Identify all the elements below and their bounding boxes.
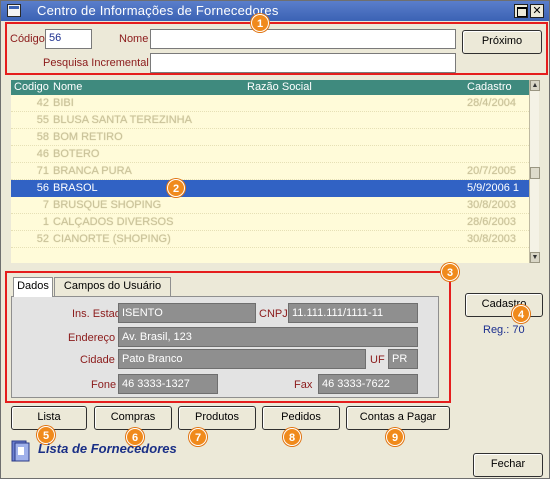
table-row[interactable]: 46 BOTERO — [11, 146, 529, 163]
table-row[interactable]: 52 CIANORTE (SHOPING) 30/8/2003 — [11, 231, 529, 248]
row-date: 30/8/2003 — [467, 233, 516, 245]
grid-header: Codigo Nome Razão Social Cadastro — [11, 80, 539, 95]
produtos-button[interactable]: Produtos — [178, 406, 256, 430]
table-row[interactable]: 42 BIBI 28/4/2004 — [11, 95, 529, 112]
row-code: 55 — [36, 114, 49, 126]
scroll-down-icon[interactable]: ▼ — [530, 252, 540, 263]
column-razao-social[interactable]: Razão Social — [247, 80, 312, 95]
window-menu-icon[interactable] — [7, 4, 21, 17]
table-row-selected[interactable]: 56 BRASOL 5/9/2006 1 — [11, 180, 529, 197]
footer-title: Lista de Fornecedores — [38, 441, 177, 456]
callout-badge-1: 1 — [251, 14, 269, 32]
table-row[interactable]: 55 BLUSA SANTA TEREZINHA — [11, 112, 529, 129]
row-code: 46 — [36, 148, 49, 160]
row-name: BOM RETIRO — [53, 131, 123, 143]
title-bar: Centro de Informações de Fornecedores ✕ — [1, 1, 549, 21]
row-date: 5/9/2006 1 — [467, 182, 519, 194]
callout-badge-8: 8 — [283, 428, 301, 446]
callout-badge-2: 2 — [167, 179, 185, 197]
row-date: 28/6/2003 — [467, 216, 516, 228]
scroll-up-icon[interactable]: ▲ — [530, 80, 540, 91]
row-name: BOTERO — [53, 148, 100, 160]
callout-badge-4: 4 — [512, 305, 530, 323]
row-name: BIBI — [53, 97, 74, 109]
tab-dados[interactable]: Dados — [13, 277, 53, 297]
row-name: CIANORTE (SHOPING) — [53, 233, 171, 245]
search-highlight-box — [5, 22, 548, 75]
cadastro-button[interactable]: Cadastro — [465, 293, 543, 317]
callout-badge-9: 9 — [386, 428, 404, 446]
row-name: BLUSA SANTA TEREZINHA — [53, 114, 192, 126]
pedidos-button[interactable]: Pedidos — [262, 406, 340, 430]
callout-badge-3: 3 — [441, 263, 459, 281]
lista-button-label: Lista — [37, 411, 61, 423]
row-code: 56 — [36, 182, 49, 194]
row-code: 7 — [42, 199, 49, 211]
row-name: BRASOL — [53, 182, 98, 194]
row-code: 42 — [36, 97, 49, 109]
row-name: CALÇADOS DIVERSOS — [53, 216, 174, 228]
reg-count: Reg.: 70 — [483, 324, 525, 336]
grid-scrollbar[interactable]: ▲ ▼ — [529, 80, 540, 263]
row-date: 28/4/2004 — [467, 97, 516, 109]
table-row[interactable]: 58 BOM RETIRO — [11, 129, 529, 146]
row-name: BRUSQUE SHOPING — [53, 199, 162, 211]
row-code: 58 — [36, 131, 49, 143]
details-highlight-box — [5, 271, 451, 403]
row-name: BRANCA PURA — [53, 165, 132, 177]
column-codigo[interactable]: Codigo — [14, 80, 49, 95]
supplier-grid[interactable]: 42 BIBI 28/4/2004 55 BLUSA SANTA TEREZIN… — [11, 95, 529, 263]
window-title: Centro de Informações de Fornecedores — [37, 3, 279, 18]
compras-button-label: Compras — [110, 411, 156, 423]
callout-badge-7: 7 — [189, 428, 207, 446]
contas-a-pagar-button-label: Contas a Pagar — [359, 411, 437, 423]
close-button[interactable]: Fechar — [473, 453, 543, 477]
row-code: 52 — [36, 233, 49, 245]
compras-button[interactable]: Compras — [94, 406, 172, 430]
column-cadastro[interactable]: Cadastro — [467, 80, 512, 95]
table-row[interactable]: 7 BRUSQUE SHOPING 30/8/2003 — [11, 197, 529, 214]
row-date: 30/8/2003 — [467, 199, 516, 211]
column-nome[interactable]: Nome — [53, 80, 82, 95]
produtos-button-label: Produtos — [194, 411, 240, 423]
maximize-icon[interactable] — [514, 4, 528, 18]
pedidos-button-label: Pedidos — [281, 411, 321, 423]
table-row[interactable]: 71 BRANCA PURA 20/7/2005 — [11, 163, 529, 180]
close-button-label: Fechar — [490, 458, 526, 470]
suppliers-book-icon — [11, 440, 30, 462]
supplier-window: Centro de Informações de Fornecedores ✕ … — [0, 0, 550, 479]
row-date: 20/7/2005 — [467, 165, 516, 177]
contas-a-pagar-button[interactable]: Contas a Pagar — [346, 406, 450, 430]
close-icon[interactable]: ✕ — [530, 4, 544, 18]
row-code: 1 — [42, 216, 49, 228]
table-row[interactable]: 1 CALÇADOS DIVERSOS 28/6/2003 — [11, 214, 529, 231]
row-code: 71 — [36, 165, 49, 177]
scroll-thumb[interactable] — [530, 167, 540, 179]
